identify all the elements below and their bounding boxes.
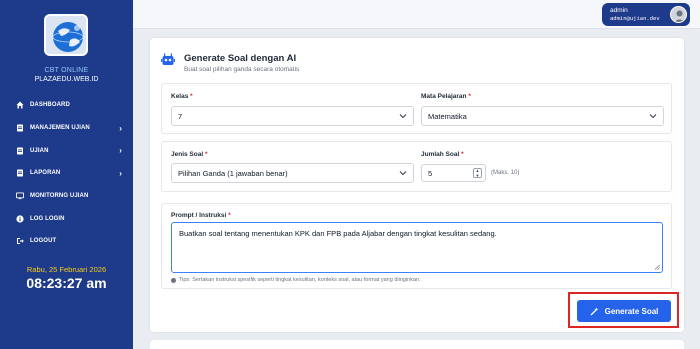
chevron-right-icon: ›	[119, 169, 122, 179]
kelas-value: 7	[178, 111, 183, 121]
chevron-right-icon: ›	[119, 146, 122, 156]
topbar: admin admin@ujian.dev	[133, 0, 700, 29]
brand-line1: CBT ONLINE	[44, 67, 89, 74]
card-title: Generate Soal dengan AI	[184, 53, 297, 64]
kelas-label: Kelas *	[171, 93, 193, 100]
logout-icon	[16, 237, 24, 245]
avatar	[670, 6, 687, 23]
mapel-select[interactable]: Matematika	[421, 106, 664, 126]
current-date: Rabu, 25 Februari 2026	[26, 265, 107, 274]
chevron-down-icon	[399, 171, 407, 176]
prompt-label: Prompt / Instruksi *	[171, 212, 231, 219]
jumlah-input[interactable]: 5 ▲ ▼	[421, 164, 486, 182]
document-icon	[16, 169, 24, 177]
sidebar-item-dashboard[interactable]: DASHBOARD	[0, 94, 133, 117]
prompt-tips-text: Tips: Sertakan instruksi spesifik sepert…	[179, 277, 421, 283]
panel-prompt: Prompt / Instruksi * Buatkan soal tentan…	[161, 203, 672, 289]
document-icon	[16, 124, 24, 132]
sidebar-item-log-login[interactable]: LOG LOGIN	[0, 207, 133, 230]
info-icon	[171, 277, 176, 283]
prompt-value: Buatkan soal tentang menentukan KPK dan …	[179, 229, 497, 238]
generate-card: Generate Soal dengan AI Buat soal piliha…	[150, 38, 684, 332]
monitor-icon	[16, 192, 24, 200]
mapel-label: Mata Pelajaran *	[421, 93, 471, 100]
document-icon	[16, 147, 24, 155]
info-icon	[16, 215, 24, 223]
sidebar-item-manajemen-ujian[interactable]: MANAJEMEN UJIAN ›	[0, 117, 133, 140]
jumlah-value: 5	[428, 168, 433, 178]
stepper-icon[interactable]: ▲ ▼	[473, 168, 482, 178]
jumlah-label: Jumlah Soal *	[421, 151, 464, 158]
chevron-right-icon: ›	[119, 123, 122, 133]
current-time: 08:23:27 am	[26, 275, 107, 291]
prompt-tips: Tips: Sertakan instruksi spesifik sepert…	[171, 277, 421, 283]
jenis-select[interactable]: Pilihan Ganda (1 jawaban benar)	[171, 163, 414, 183]
magic-wand-icon	[590, 307, 599, 315]
jumlah-hint: (Maks. 10)	[491, 170, 520, 176]
sidebar-item-label: MANAJEMEN UJIAN	[30, 125, 90, 132]
kelas-select[interactable]: 7	[171, 106, 414, 126]
generate-soal-label: Generate Soal	[604, 306, 659, 316]
sidebar-item-label: LOG LOGIN	[30, 215, 65, 222]
resize-handle-icon	[654, 264, 660, 270]
sidebar-item-monitoring[interactable]: MONITORNG UJIAN	[0, 185, 133, 208]
mapel-value: Matematika	[428, 111, 467, 121]
sidebar-item-label: UJIAN	[30, 147, 49, 154]
card-subtitle: Buat soal pilihan ganda secara otomatis	[184, 66, 300, 73]
sidebar-item-logout[interactable]: LOGOUT	[0, 230, 133, 253]
sidebar-item-label: MONITORNG UJIAN	[30, 193, 89, 200]
next-card	[150, 340, 684, 349]
logo-globe-icon	[44, 14, 88, 56]
panel-kelas-mapel: Kelas * 7 Mata Pelajaran * Matematika	[161, 83, 672, 134]
jenis-label: Jenis Soal *	[171, 151, 208, 158]
home-icon	[16, 101, 24, 109]
sidebar-nav: DASHBOARD MANAJEMEN UJIAN › UJIAN › LAPO…	[0, 94, 133, 253]
user-menu[interactable]: admin admin@ujian.dev	[602, 3, 690, 26]
chevron-down-icon	[399, 114, 407, 119]
sidebar-item-ujian[interactable]: UJIAN ›	[0, 139, 133, 162]
sidebar-item-label: LOGOUT	[30, 238, 57, 245]
prompt-textarea[interactable]: Buatkan soal tentang menentukan KPK dan …	[171, 222, 663, 273]
sidebar: CBT ONLINE PLAZAEDU.WEB.ID DASHBOARD MAN…	[0, 0, 133, 349]
generate-soal-button[interactable]: Generate Soal	[577, 300, 671, 322]
robot-icon	[161, 53, 175, 67]
sidebar-item-label: LAPORAN	[30, 170, 61, 177]
user-name: admin	[610, 7, 628, 14]
panel-jenis-jumlah: Jenis Soal * Pilihan Ganda (1 jawaban be…	[161, 141, 672, 192]
chevron-down-icon	[649, 114, 657, 119]
sidebar-item-laporan[interactable]: LAPORAN ›	[0, 162, 133, 185]
jenis-value: Pilihan Ganda (1 jawaban benar)	[178, 168, 288, 178]
sidebar-item-label: DASHBOARD	[30, 102, 70, 109]
brand-line2: PLAZAEDU.WEB.ID	[34, 76, 99, 83]
user-email: admin@ujian.dev	[610, 16, 660, 22]
